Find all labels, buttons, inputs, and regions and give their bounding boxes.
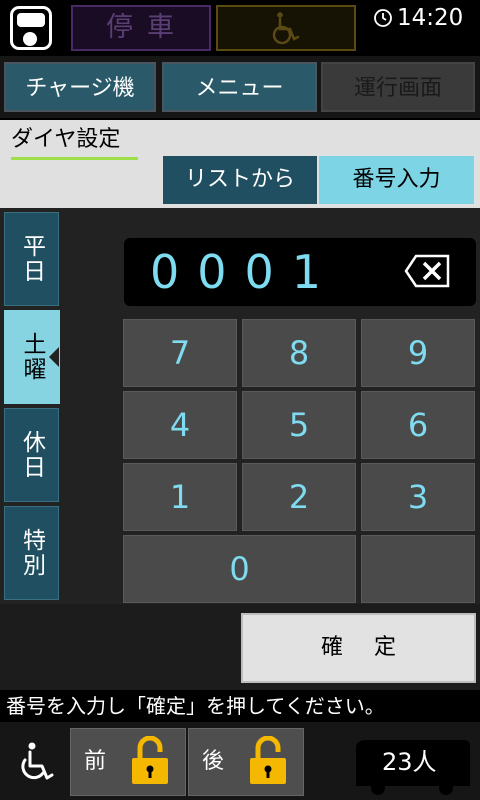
stop-indicator: 停車 <box>71 5 211 51</box>
wheelchair-icon <box>272 12 300 45</box>
unlock-icon <box>250 736 286 784</box>
wheelchair-indicator <box>216 5 356 51</box>
key-7[interactable]: 7 <box>123 319 237 387</box>
instruction-message: 番号を入力し「確定」を押してください。 <box>0 690 480 722</box>
rear-door-label: 後 <box>202 749 225 774</box>
menu-button[interactable]: メニュー <box>162 62 317 112</box>
key-5[interactable]: 5 <box>242 391 356 459</box>
page-title: ダイヤ設定 <box>11 127 121 152</box>
backspace-icon[interactable] <box>404 254 450 288</box>
run-screen-button[interactable]: 運行画面 <box>321 62 475 112</box>
unlock-icon <box>132 736 168 784</box>
key-0[interactable]: 0 <box>123 535 356 603</box>
title-underline <box>11 157 138 160</box>
key-8[interactable]: 8 <box>242 319 356 387</box>
key-4[interactable]: 4 <box>123 391 237 459</box>
confirm-button[interactable]: 確 定 <box>241 613 476 683</box>
tab-number-input[interactable]: 番号入力 <box>319 156 474 204</box>
day-tab-holiday[interactable]: 休日 <box>4 408 59 502</box>
clock-time: 14:20 <box>397 5 464 31</box>
phone-icon <box>10 6 52 50</box>
charger-button[interactable]: チャージ機 <box>4 62 156 112</box>
tab-from-list[interactable]: リストから <box>163 156 317 204</box>
key-9[interactable]: 9 <box>361 319 475 387</box>
day-tab-weekday[interactable]: 平日 <box>4 212 59 306</box>
clock-icon <box>374 9 392 27</box>
wheelchair-icon <box>21 742 54 780</box>
key-3[interactable]: 3 <box>361 463 475 531</box>
front-door-label: 前 <box>84 749 107 774</box>
key-blank <box>361 535 475 603</box>
passenger-count: 23人 <box>382 748 437 776</box>
day-tab-special[interactable]: 特別 <box>4 506 59 600</box>
key-1[interactable]: 1 <box>123 463 237 531</box>
key-6[interactable]: 6 <box>361 391 475 459</box>
key-2[interactable]: 2 <box>242 463 356 531</box>
number-display-value: 0001 <box>150 245 340 299</box>
selected-tab-pointer <box>49 347 59 367</box>
